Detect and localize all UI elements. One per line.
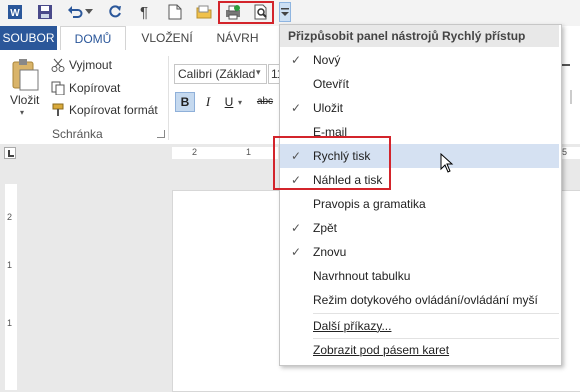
underline-button[interactable]: U <box>222 92 236 112</box>
chevron-down-icon: ▾ <box>256 67 261 77</box>
undo-icon[interactable] <box>66 3 84 21</box>
ruler-tick: 2 <box>7 212 13 222</box>
qat-highlight-box <box>218 1 274 24</box>
new-document-icon[interactable] <box>166 3 184 21</box>
checkmark-icon: ✓ <box>291 101 302 115</box>
paste-icon[interactable] <box>10 58 40 92</box>
quick-access-toolbar: W ¶ <box>0 0 580 26</box>
menu-item-show-below-ribbon[interactable]: Zobrazit pod pásem karet <box>280 338 559 362</box>
menu-item-undo[interactable]: ✓ Zpět <box>280 216 559 240</box>
tab-design[interactable]: NÁVRH <box>210 26 265 50</box>
menu-item-spelling[interactable]: Pravopis a gramatika <box>280 192 559 216</box>
checkmark-icon: ✓ <box>291 221 302 235</box>
menu-item-label: Zobrazit pod pásem karet <box>313 343 450 357</box>
paste-label[interactable]: Vložit <box>10 93 39 107</box>
menu-item-label: Zpět <box>313 221 338 235</box>
menu-item-label: Další příkazy... <box>313 319 392 333</box>
paste-dropdown-icon[interactable]: ▾ <box>20 108 24 117</box>
cut-label[interactable]: Vyjmout <box>69 58 112 72</box>
ribbon-fragment <box>570 90 572 104</box>
copy-label[interactable]: Kopírovat <box>69 81 120 95</box>
svg-text:W: W <box>10 8 20 19</box>
vertical-ruler[interactable]: 2 1 1 <box>0 162 22 390</box>
tab-file[interactable]: SOUBOR <box>0 26 57 50</box>
menu-item-new[interactable]: ✓ Nový <box>280 48 559 72</box>
font-name-value: Calibri (Základ <box>178 67 256 81</box>
paragraph-mark-icon[interactable]: ¶ <box>135 3 153 21</box>
menu-item-open[interactable]: Otevřít <box>280 72 559 96</box>
menu-item-label: Znovu <box>313 245 347 259</box>
customize-qat-menu: Přizpůsobit panel nástrojů Rychlý přístu… <box>279 24 562 366</box>
cut-icon[interactable] <box>51 58 65 72</box>
tab-home[interactable]: DOMŮ <box>60 26 126 50</box>
save-icon[interactable] <box>36 3 54 21</box>
open-folder-icon[interactable] <box>195 3 213 21</box>
checkmark-icon: ✓ <box>291 53 302 67</box>
ruler-tick: 1 <box>7 260 13 270</box>
menu-item-save[interactable]: ✓ Uložit <box>280 96 559 120</box>
menu-item-more-commands[interactable]: Další příkazy... <box>280 314 559 338</box>
bold-button[interactable]: B <box>175 92 195 112</box>
mouse-cursor-icon <box>440 152 454 173</box>
checkmark-icon: ✓ <box>291 245 302 259</box>
ruler-tick: 1 <box>7 318 13 328</box>
tab-selector-icon[interactable] <box>4 147 16 159</box>
menu-item-label: Pravopis a gramatika <box>313 197 426 211</box>
partial-toolbar-icon <box>562 64 570 66</box>
underline-dropdown-icon[interactable]: ▾ <box>238 98 242 107</box>
italic-button[interactable]: I <box>200 92 216 112</box>
clipboard-group-label: Schránka <box>52 127 103 141</box>
undo-dropdown-icon[interactable] <box>84 3 94 21</box>
ruler-tick: 1 <box>246 147 252 157</box>
menu-item-touch-mode[interactable]: Režim dotykového ovládání/ovládání myší <box>280 288 559 312</box>
menu-item-label: Režim dotykového ovládání/ovládání myší <box>313 293 538 307</box>
redo-icon[interactable] <box>106 3 124 21</box>
customize-qat-dropdown-icon[interactable] <box>279 2 291 22</box>
menu-item-label: Nový <box>313 53 341 67</box>
strikethrough-button[interactable]: abc <box>254 92 276 112</box>
menu-title: Přizpůsobit panel nástrojů Rychlý přístu… <box>280 25 559 47</box>
group-divider <box>168 56 169 140</box>
ruler-tick: 5 <box>562 147 568 157</box>
ruler-tick: 2 <box>192 147 198 157</box>
format-painter-label[interactable]: Kopírovat formát <box>69 103 158 117</box>
menu-highlight-box <box>273 136 391 190</box>
clipboard-launcher-icon[interactable] <box>157 130 165 138</box>
menu-item-label: Otevřít <box>313 77 350 91</box>
menu-item-draw-table[interactable]: Navrhnout tabulku <box>280 264 559 288</box>
copy-icon[interactable] <box>51 81 65 96</box>
menu-item-redo[interactable]: ✓ Znovu <box>280 240 559 264</box>
font-name-combo[interactable]: Calibri (Základ ▾ <box>174 64 267 84</box>
menu-item-label: Navrhnout tabulku <box>313 269 411 283</box>
horizontal-ruler[interactable] <box>172 147 278 159</box>
word-logo-icon[interactable]: W <box>6 3 24 21</box>
format-painter-icon[interactable] <box>51 103 65 117</box>
tab-insert[interactable]: VLOŽENÍ <box>135 26 199 50</box>
menu-item-label: Uložit <box>313 101 344 115</box>
